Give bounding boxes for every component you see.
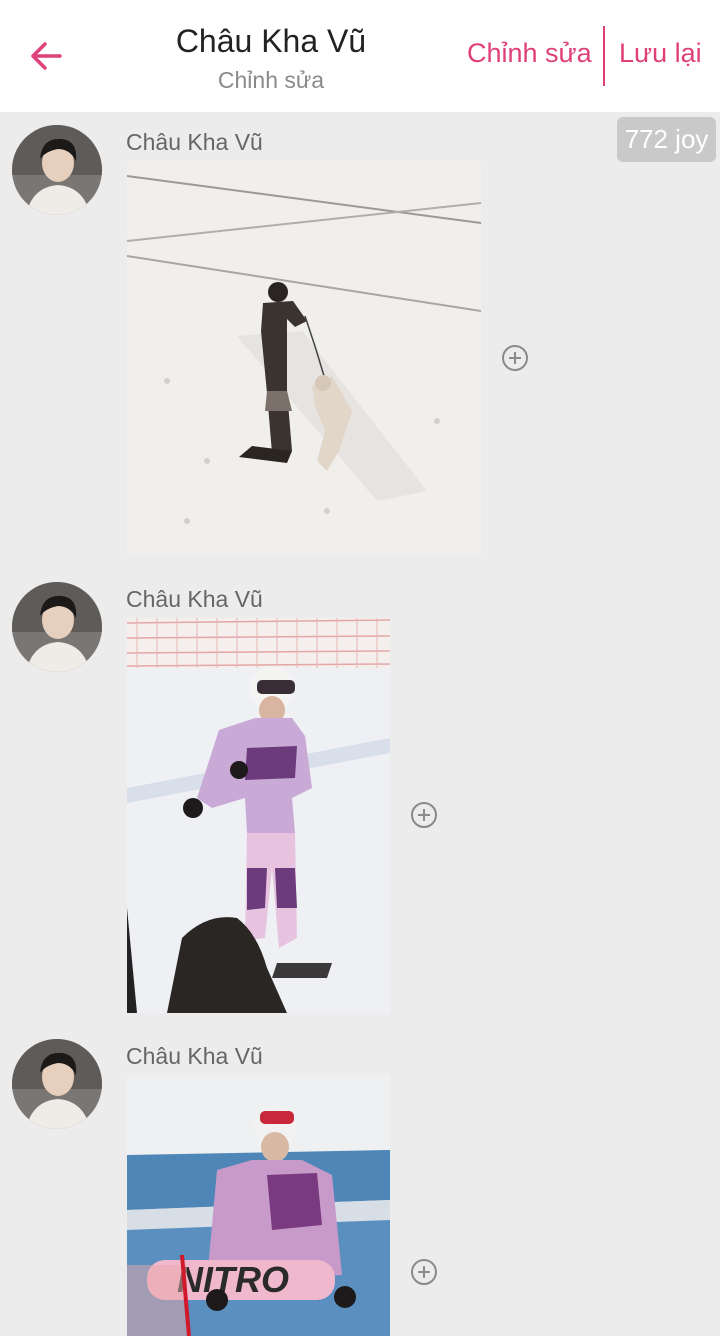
arrow-left-icon (31, 42, 62, 70)
header-divider (603, 26, 605, 86)
post-item: Châu Kha Vũ (0, 570, 720, 1027)
title-block: Châu Kha Vũ Chỉnh sửa (150, 20, 392, 96)
photo-snow-dog (127, 161, 481, 555)
add-icon[interactable] (410, 801, 438, 829)
edit-button[interactable]: Chỉnh sửa (467, 38, 592, 69)
save-button[interactable]: Lưu lại (619, 38, 702, 69)
post-author: Châu Kha Vũ (126, 586, 263, 612)
post-photo[interactable] (127, 161, 481, 555)
avatar-image (12, 1039, 102, 1129)
page-title: Châu Kha Vũ (175, 23, 367, 59)
post-item: Châu Kha Vũ (0, 113, 720, 570)
post-photo[interactable] (127, 618, 390, 1013)
svg-text:NITRO: NITRO (177, 1259, 289, 1300)
photo-snowboard-holding: NITRO (127, 1075, 390, 1336)
top-bar: Châu Kha Vũ Chỉnh sửa Chỉnh sửa Lưu lại (0, 0, 720, 112)
avatar[interactable] (12, 582, 102, 672)
post-photo[interactable]: NITRO (127, 1075, 390, 1336)
photo-snowboard-pink (127, 618, 390, 1013)
avatar-image (12, 125, 102, 215)
add-icon[interactable] (410, 1258, 438, 1286)
add-icon[interactable] (501, 344, 529, 372)
avatar[interactable] (12, 1039, 102, 1129)
avatar[interactable] (12, 125, 102, 215)
avatar-image (12, 582, 102, 672)
post-author: Châu Kha Vũ (126, 129, 263, 155)
page-subtitle: Chỉnh sửa (217, 67, 325, 93)
post-item: Châu Kha Vũ NITRO (0, 1027, 720, 1336)
post-author: Châu Kha Vũ (126, 1043, 263, 1069)
back-button[interactable] (22, 32, 70, 80)
